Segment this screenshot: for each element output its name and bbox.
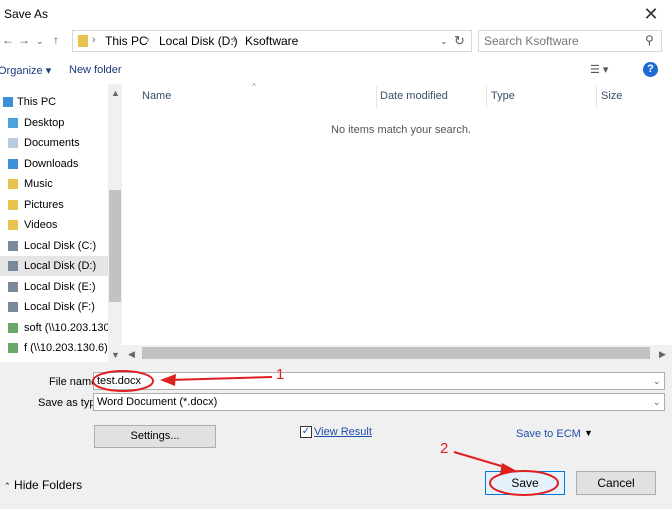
annotation-step-1: 1	[276, 366, 285, 383]
annotation-arrowhead-1	[160, 374, 176, 386]
annotation-step-2: 2	[440, 440, 449, 457]
annotation-circle-file-name	[92, 370, 154, 392]
annotation-arrow-1	[169, 376, 273, 381]
annotation-overlay	[92, 370, 559, 496]
annotation-arrow-2	[453, 451, 509, 469]
annotation-circle-save	[489, 470, 559, 496]
